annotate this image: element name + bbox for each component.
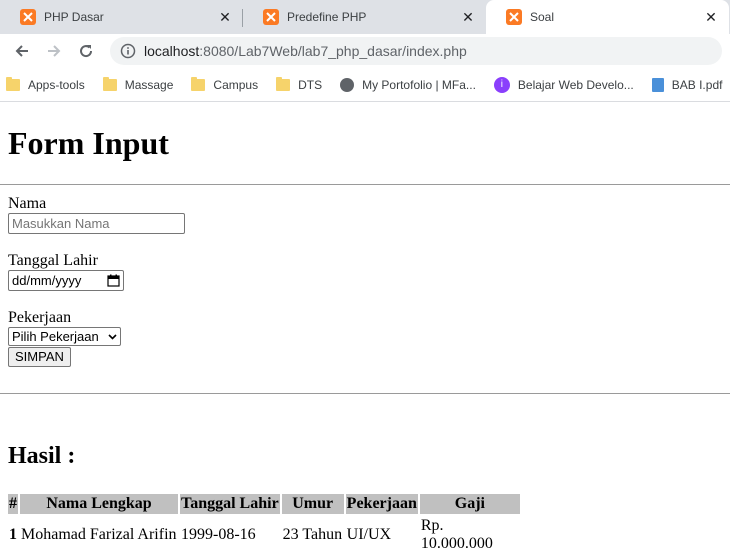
globe-icon (340, 77, 355, 92)
cell-number: 1 (9, 526, 17, 543)
info-icon (120, 43, 136, 59)
folder-icon (102, 76, 117, 91)
bookmark-belajar-web[interactable]: i Belajar Web Develo... (493, 76, 634, 93)
browser-toolbar: localhost:8080/Lab7Web/lab7_php_dasar/in… (0, 34, 730, 68)
close-tab-icon[interactable]: ✕ (460, 9, 476, 26)
bookmark-bab-pdf[interactable]: BAB I.pdf (651, 77, 723, 92)
close-tab-icon[interactable]: ✕ (217, 9, 233, 26)
forward-button[interactable] (40, 37, 68, 65)
chevron-down-icon (108, 333, 117, 340)
cell-gaji: Rp. 10.000.000 (420, 517, 493, 552)
back-button[interactable] (8, 37, 36, 65)
page-content: Form Input Nama Tanggal Lahir dd/mm/yyyy… (0, 123, 730, 556)
tanggal-lahir-label: Tanggal Lahir (8, 252, 98, 269)
cell-tanggal: 1999-08-16 (181, 526, 256, 543)
bookmark-label: Massage (124, 77, 174, 92)
tanggal-lahir-input[interactable]: dd/mm/yyyy (8, 270, 124, 291)
divider (0, 184, 730, 185)
url-host: localhost (144, 43, 200, 59)
tab-title: PHP Dasar (44, 10, 104, 24)
xampp-favicon-icon (20, 9, 36, 25)
bookmark-label: Apps-tools (28, 77, 85, 92)
col-header-pekerjaan: Pekerjaan (345, 494, 418, 514)
bookmark-label: DTS (298, 77, 323, 92)
hasil-table: # Nama Lengkap Tanggal Lahir Umur Pekerj… (6, 492, 522, 556)
col-header-nama: Nama Lengkap (20, 494, 178, 514)
tab-soal[interactable]: Soal ✕ (486, 0, 729, 34)
col-header-number: # (8, 494, 18, 514)
hasil-title: Hasil : (8, 443, 76, 469)
address-bar[interactable]: localhost:8080/Lab7Web/lab7_php_dasar/in… (110, 37, 722, 65)
folder-icon (191, 76, 206, 91)
bookmark-label: Belajar Web Develo... (517, 77, 634, 92)
pekerjaan-selected: Pilih Pekerjaan (12, 329, 99, 344)
form-title: Form Input (8, 125, 169, 161)
close-tab-icon[interactable]: ✕ (703, 9, 719, 26)
pekerjaan-select[interactable]: Pilih Pekerjaan (8, 327, 121, 346)
forward-arrow-icon (48, 45, 61, 57)
col-header-umur: Umur (281, 494, 344, 514)
tab-predefine-php[interactable]: Predefine PHP ✕ (243, 0, 486, 34)
bookmark-label: My Portofolio | MFa... (362, 77, 476, 92)
bookmark-label: BAB I.pdf (671, 77, 723, 92)
tab-php-dasar[interactable]: PHP Dasar ✕ (0, 0, 243, 34)
tab-title: Predefine PHP (287, 10, 367, 24)
xampp-favicon-icon (263, 9, 279, 25)
tab-title: Soal (530, 10, 555, 24)
bookmark-apps-tools[interactable]: Apps-tools (6, 76, 85, 92)
divider (0, 393, 730, 394)
cell-pekerjaan: UI/UX (346, 526, 392, 543)
bookmark-label: Campus (213, 77, 259, 92)
bookmarks-bar: Apps-tools Massage Campus DTS My Portofo… (0, 68, 730, 102)
xampp-favicon-icon (506, 9, 522, 25)
folder-icon (6, 76, 20, 91)
back-arrow-icon (15, 45, 28, 57)
reload-icon (80, 45, 93, 58)
simpan-button[interactable]: SIMPAN (8, 347, 71, 367)
folder-icon (276, 76, 291, 91)
date-placeholder: dd/mm/yyyy (12, 273, 82, 288)
bookmark-campus[interactable]: Campus (191, 76, 259, 92)
url-path: :8080/Lab7Web/lab7_php_dasar/index.php (199, 43, 467, 59)
reload-button[interactable] (72, 37, 100, 65)
cell-umur: 23 Tahun (282, 526, 343, 543)
table-header-row: # Nama Lengkap Tanggal Lahir Umur Pekerj… (8, 494, 520, 514)
table-row: 1 Mohamad Farizal Arifin 1999-08-16 23 T… (8, 516, 520, 554)
site-icon: i (493, 76, 510, 93)
nama-label: Nama (8, 195, 47, 212)
nama-input[interactable] (8, 213, 185, 234)
pekerjaan-label: Pekerjaan (8, 309, 72, 326)
col-header-tanggal: Tanggal Lahir (180, 494, 280, 514)
col-header-gaji: Gaji (419, 494, 520, 514)
document-icon (651, 77, 664, 92)
tab-strip: PHP Dasar ✕ Predefine PHP ✕ Soal ✕ (0, 0, 730, 34)
bookmark-portofolio[interactable]: My Portofolio | MFa... (340, 77, 476, 92)
cell-nama: Mohamad Farizal Arifin (21, 526, 177, 543)
calendar-icon[interactable] (107, 274, 120, 287)
bookmark-dts[interactable]: DTS (276, 76, 323, 92)
bookmark-massage[interactable]: Massage (102, 76, 174, 92)
